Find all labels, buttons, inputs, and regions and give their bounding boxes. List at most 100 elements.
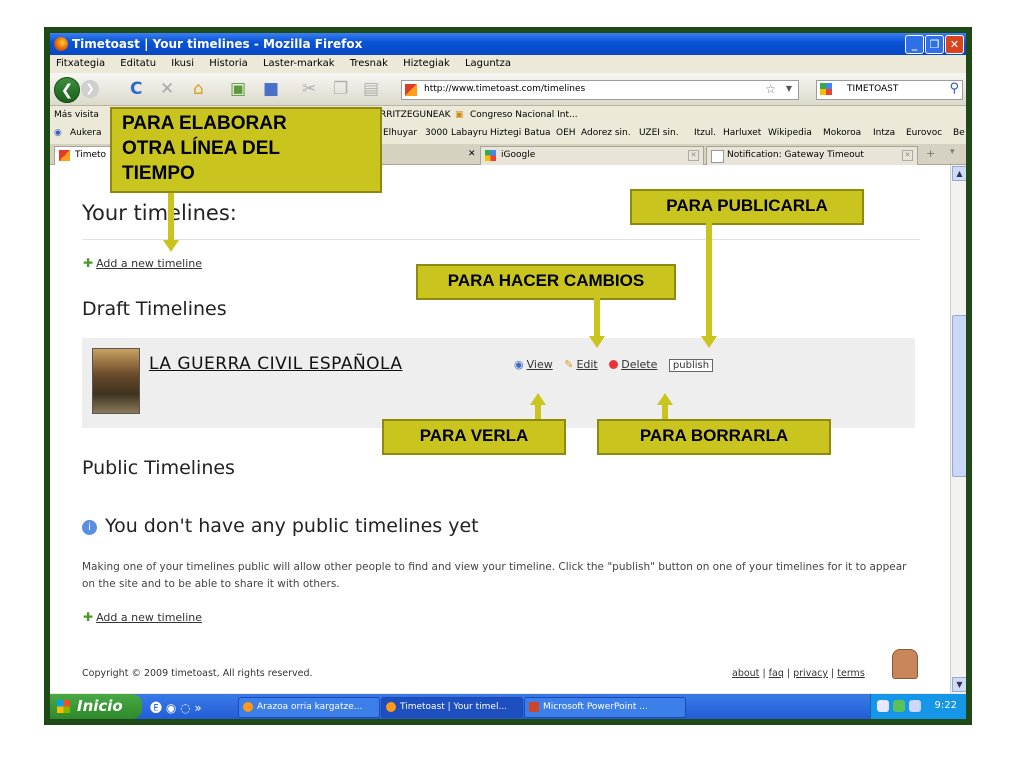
about-link[interactable]: about	[732, 668, 759, 679]
url-text: http://www.timetoast.com/timelines	[424, 84, 586, 94]
bookmark-item[interactable]: Intza	[873, 128, 895, 138]
menu-item-edit[interactable]: Editatu	[120, 58, 156, 69]
search-icon[interactable]: ⚲	[949, 81, 959, 96]
callout-line: PARA ELABORAR	[122, 113, 287, 134]
bookmark-item[interactable]: OEH	[556, 128, 576, 138]
add-timeline-label[interactable]: Add a new timeline	[96, 257, 202, 270]
reload-icon[interactable]: C	[130, 79, 142, 99]
scroll-down-icon[interactable]: ▼	[952, 677, 966, 692]
cut-icon[interactable]: ✂	[302, 79, 316, 99]
paste-icon[interactable]: ▤	[363, 79, 379, 99]
bookmark-item[interactable]: Harluxet	[723, 128, 761, 138]
bookmark-item[interactable]: Congreso Nacional Int...	[470, 110, 578, 120]
address-bar[interactable]: http://www.timetoast.com/timelines ☆ ▼	[401, 80, 799, 100]
home-icon[interactable]: ⌂	[193, 79, 204, 99]
menu-item-bookmarks[interactable]: Laster-markak	[263, 58, 335, 69]
bookmark-item[interactable]: Hiztegi Batua	[490, 128, 551, 138]
back-button[interactable]: ❮	[54, 77, 80, 103]
view-link[interactable]: View	[527, 358, 553, 371]
page-icon	[711, 150, 724, 163]
publish-button[interactable]: publish	[668, 359, 714, 372]
plus-icon: ✚	[83, 610, 94, 624]
close-tab-icon[interactable]: ✕	[902, 150, 913, 161]
taskbar-button[interactable]: Microsoft PowerPoint ...	[524, 697, 686, 718]
add-timeline-link[interactable]: ✚ Add a new timeline	[83, 256, 202, 270]
minimize-button[interactable]: _	[905, 35, 924, 54]
timeline-actions: ◉ View ✎ Edit Delete publish	[514, 358, 714, 372]
star-icon[interactable]: ☆	[765, 82, 776, 96]
new-tab-icon[interactable]: +	[926, 147, 935, 160]
vertical-scrollbar[interactable]: ▲ ▼	[950, 165, 966, 693]
timeline-thumbnail	[92, 348, 140, 414]
bookmark-item[interactable]: Aukera	[70, 128, 102, 138]
stop-icon[interactable]: ✕	[160, 79, 174, 99]
close-tab-icon[interactable]: ✕	[688, 150, 699, 161]
menu-item-view[interactable]: Ikusi	[171, 58, 194, 69]
dropdown-arrow-icon[interactable]: ▼	[786, 84, 792, 93]
bookmark-item[interactable]: Eurovoc	[906, 128, 942, 138]
arrow-shaft	[168, 193, 174, 241]
scroll-thumb[interactable]	[952, 315, 966, 477]
search-box[interactable]: TIMETOAST ⚲	[816, 80, 963, 100]
bookmark-page-icon[interactable]: ■	[263, 79, 279, 99]
network-icon[interactable]	[893, 700, 905, 712]
callout-line: OTRA LÍNEA DEL	[122, 138, 280, 159]
start-label: Inicio	[77, 697, 123, 715]
timetoast-favicon	[405, 84, 417, 96]
taskbar-button[interactable]: Arazoa orria kargatze...	[238, 697, 380, 718]
faq-link[interactable]: faq	[769, 668, 784, 679]
menu-item-dictionaries[interactable]: Hiztegiak	[403, 58, 450, 69]
arrow-shaft	[535, 405, 541, 419]
bookmark-item[interactable]: Adorez sin.	[581, 128, 631, 138]
bookmark-item[interactable]: Mokoroa	[823, 128, 861, 138]
privacy-link[interactable]: privacy	[793, 668, 828, 679]
bookmark-item[interactable]: Wikipedia	[768, 128, 812, 138]
callout-edit: PARA HACER CAMBIOS	[416, 264, 676, 300]
tab-list-icon[interactable]: ▾	[950, 147, 955, 157]
menu-item-file[interactable]: Fitxategia	[56, 58, 105, 69]
menu-item-help[interactable]: Laguntza	[465, 58, 511, 69]
taskbar-button-active[interactable]: Timetoast | Your timel...	[381, 697, 523, 718]
taskbar-button-label: Microsoft PowerPoint ...	[543, 702, 648, 712]
bookmark-item[interactable]: Elhuyar	[383, 128, 417, 138]
bookmark-item[interactable]: UZEI sin.	[639, 128, 679, 138]
public-timelines-heading: Public Timelines	[82, 457, 235, 479]
draft-timeline-row: LA GUERRA CIVIL ESPAÑOLA ◉ View ✎ Edit Del…	[82, 338, 915, 428]
tab-label: Timeto	[75, 150, 107, 160]
maximize-button[interactable]: ❐	[925, 35, 944, 54]
bookmark-item[interactable]: RRITZEGUNEAK	[380, 110, 451, 120]
volume-icon[interactable]	[909, 700, 921, 712]
window-title: Timetoast | Your timelines - Mozilla Fir…	[72, 37, 363, 51]
menu-item-tools[interactable]: Tresnak	[350, 58, 388, 69]
bookmark-item[interactable]: Itzul.	[694, 128, 716, 138]
quick-launch-icons[interactable]: 🅔 ◉ ◌ »	[150, 699, 202, 716]
callout-publish: PARA PUBLICARLA	[630, 189, 864, 225]
forward-button[interactable]: ❯	[81, 80, 99, 98]
menu-item-history[interactable]: Historia	[209, 58, 248, 69]
new-page-icon[interactable]: ▣	[230, 79, 246, 99]
bookmark-most-visited[interactable]: Más visita	[54, 110, 99, 120]
bookmark-item[interactable]: 3000	[425, 128, 448, 138]
bookmark-item[interactable]: Labayru	[451, 128, 488, 138]
scroll-up-icon[interactable]: ▲	[952, 166, 966, 181]
start-button[interactable]: Inicio	[50, 694, 142, 719]
tray-icon[interactable]	[877, 700, 889, 712]
tab-notification[interactable]: Notification: Gateway Timeout ✕	[706, 146, 918, 165]
taskbar-button-label: Arazoa orria kargatze...	[257, 702, 363, 712]
system-tray: 9:22	[870, 694, 966, 719]
edit-link[interactable]: Edit	[576, 358, 597, 371]
add-timeline-label[interactable]: Add a new timeline	[96, 611, 202, 624]
no-public-message: i You don't have any public timelines yet	[82, 515, 479, 537]
copy-icon[interactable]: ❐	[333, 79, 348, 99]
delete-link[interactable]: Delete	[621, 358, 657, 371]
timeline-title-link[interactable]: LA GUERRA CIVIL ESPAÑOLA	[149, 354, 403, 374]
tab-igoogle[interactable]: iGoogle ✕	[480, 146, 704, 165]
bookmark-item[interactable]: Be	[953, 128, 965, 138]
close-tab-icon[interactable]: ✕	[468, 149, 476, 159]
close-button[interactable]: ✕	[945, 35, 964, 54]
copyright: Copyright © 2009 timetoast, All rights r…	[82, 668, 313, 679]
add-timeline-link-2[interactable]: ✚ Add a new timeline	[83, 610, 202, 624]
delete-icon	[609, 360, 619, 369]
draft-timelines-heading: Draft Timelines	[82, 298, 227, 320]
terms-link[interactable]: terms	[837, 668, 865, 679]
